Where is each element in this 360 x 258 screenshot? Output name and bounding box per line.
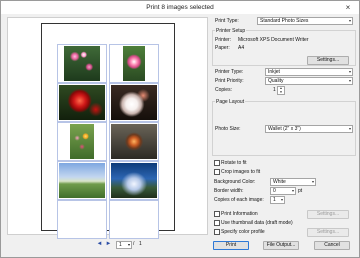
color-profile-settings-button[interactable]: Settings...	[307, 228, 349, 237]
print-type-label: Print Type:	[215, 18, 239, 24]
chevron-down-icon: ▾	[127, 242, 130, 247]
copies-label: Copies:	[215, 87, 232, 93]
page-select[interactable]: 1 ▾	[116, 241, 132, 249]
photo-size-label: Photo Size:	[215, 126, 241, 132]
photo-slot[interactable]	[57, 122, 107, 161]
page-separator: /	[133, 241, 135, 247]
chevron-down-icon: ▾	[311, 179, 314, 184]
print-button[interactable]: Print	[213, 241, 249, 250]
printer-value: Microsoft XPS Document Writer	[238, 37, 309, 43]
print-info-settings-button[interactable]: Settings...	[307, 210, 349, 219]
thumbnail-checkbox[interactable]	[214, 220, 220, 226]
print-type-value: Standard Photo Sizes	[260, 18, 309, 24]
print-priority-label: Print Priority:	[215, 78, 244, 84]
window-title: Print 8 images selected	[146, 4, 214, 11]
copies-each-value: 1	[273, 197, 276, 203]
copies-each-label: Copies of each image:	[214, 197, 264, 203]
border-width-select[interactable]: 0 ▾	[270, 187, 296, 195]
photo-thumbnail	[59, 163, 105, 198]
copies-value[interactable]: 1	[273, 87, 276, 93]
chevron-down-icon[interactable]: ▼	[278, 90, 284, 95]
photo-slot[interactable]	[57, 83, 107, 122]
photo-slot[interactable]	[109, 44, 159, 83]
crop-label: Crop images to fit	[221, 169, 261, 175]
photo-size-select[interactable]: Wallet (2" x 3") ▾	[265, 125, 353, 133]
photo-slot[interactable]	[109, 83, 159, 122]
close-button[interactable]: ×	[343, 3, 353, 12]
file-output-button[interactable]: File Output...	[263, 241, 299, 250]
photo-slot[interactable]	[57, 44, 107, 83]
printer-type-label: Printer Type:	[215, 69, 244, 75]
rotate-checkbox[interactable]	[214, 160, 220, 166]
cancel-button[interactable]: Cancel	[314, 241, 350, 250]
chevron-down-icon: ▾	[348, 18, 351, 23]
printer-setup-title: Printer Setup	[215, 28, 247, 34]
photo-thumbnail	[59, 85, 105, 120]
print-dialog: Print 8 images selected × ◄ ► 1 ▾ / 1 Pr…	[0, 0, 360, 258]
chevron-down-icon: ▾	[291, 188, 294, 193]
page-total: 1	[139, 241, 142, 247]
prev-page-icon[interactable]: ◄	[96, 241, 103, 248]
thumbnail-label: Use thumbnail data (draft mode)	[221, 220, 293, 226]
photo-slot[interactable]	[109, 122, 159, 161]
bg-color-value: White	[273, 179, 286, 185]
photo-size-value: Wallet (2" x 3")	[268, 126, 301, 132]
copies-each-select[interactable]: 1 ▾	[270, 196, 285, 204]
photo-thumbnail	[64, 46, 100, 81]
empty-photo-slot	[57, 200, 107, 239]
border-width-value: 0	[273, 188, 276, 194]
print-info-label: Print Information	[221, 211, 258, 217]
empty-photo-slot	[109, 200, 159, 239]
chevron-down-icon: ▾	[348, 126, 351, 131]
print-info-checkbox[interactable]	[214, 211, 220, 217]
print-type-select[interactable]: Standard Photo Sizes ▾	[257, 17, 353, 25]
color-profile-checkbox[interactable]	[214, 229, 220, 235]
print-priority-value: Quality	[268, 78, 284, 84]
paper-value: A4	[238, 45, 245, 51]
chevron-down-icon: ▾	[348, 69, 351, 74]
page-layout-title: Page Layout	[215, 99, 246, 105]
paper-preview	[41, 23, 175, 239]
chevron-down-icon: ▾	[348, 78, 351, 83]
photo-slot[interactable]	[109, 161, 159, 200]
next-page-icon[interactable]: ►	[105, 241, 112, 248]
photo-thumbnail	[123, 46, 145, 81]
printer-label: Printer:	[215, 37, 232, 43]
paper-label: Paper:	[215, 45, 230, 51]
border-unit: pt	[298, 188, 303, 194]
printer-type-select[interactable]: Inkjet ▾	[265, 68, 353, 76]
chevron-down-icon: ▾	[280, 197, 283, 202]
bg-color-select[interactable]: White ▾	[270, 178, 316, 186]
crop-checkbox[interactable]	[214, 169, 220, 175]
rotate-label: Rotate to fit	[221, 160, 247, 166]
photo-thumbnail	[111, 124, 157, 159]
print-preview-panel	[7, 17, 208, 239]
printer-settings-button[interactable]: Settings...	[307, 56, 349, 65]
print-priority-select[interactable]: Quality ▾	[265, 77, 353, 85]
photo-thumbnail	[70, 124, 94, 159]
page-current: 1	[119, 242, 122, 248]
photo-slot[interactable]	[57, 161, 107, 200]
border-width-label: Border width:	[214, 188, 244, 194]
title-bar: Print 8 images selected ×	[1, 1, 359, 14]
printer-type-value: Inkjet	[268, 69, 280, 75]
photo-thumbnail	[111, 163, 157, 198]
copies-stepper[interactable]: ▲ ▼	[277, 86, 285, 95]
photo-thumbnail	[111, 85, 157, 120]
color-profile-label: Specify color profile	[221, 229, 265, 235]
bg-color-label: Background Color:	[214, 179, 256, 185]
